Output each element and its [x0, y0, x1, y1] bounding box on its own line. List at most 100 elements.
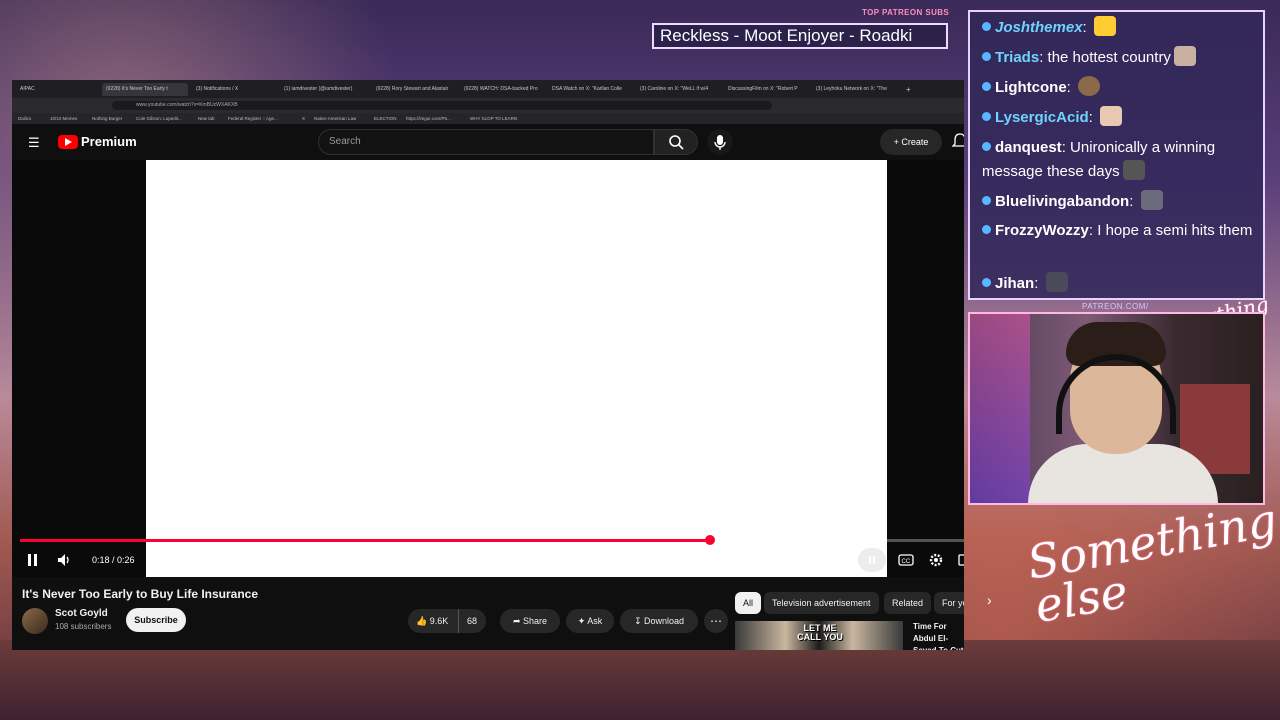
chip-television-advertisement[interactable]: Television advertisement [764, 592, 879, 614]
autoplay-pause-icon [869, 556, 875, 564]
browser-tab[interactable]: AIPAC [16, 83, 100, 96]
browser-tab[interactable]: (9228) Rory Stewart and Alastair [372, 83, 458, 96]
youtube-brand[interactable]: Premium [81, 134, 137, 149]
browser-tab[interactable]: (1) iamdivester (@iamdivester) [280, 83, 370, 96]
channel-name[interactable]: Scot Goyld [55, 608, 108, 619]
progress-bar-fill [20, 539, 710, 542]
address-bar-row: www.youtube.com/watch?v=KmBUzWXAKXB [12, 98, 964, 113]
chips-next-chevron-icon[interactable]: › [987, 592, 992, 608]
search-icon [669, 135, 684, 150]
browser-tab[interactable]: (3) Notifications / X [192, 83, 276, 96]
chip-for-you[interactable]: For you [934, 592, 964, 614]
chat-text: I hope a semi hits them [1097, 222, 1253, 239]
chat-message: Joshthemex: [982, 16, 1262, 40]
volume-icon[interactable] [56, 552, 72, 568]
browser-tab[interactable]: (9228) WATCH: DSA-backed Pro [460, 83, 546, 96]
settings-gear-icon[interactable] [928, 552, 944, 568]
thumbs-up-icon: 👍 [416, 616, 428, 626]
voice-search-button[interactable] [707, 129, 733, 155]
new-tab-icon[interactable]: + [902, 83, 916, 96]
like-count: 9.6K [429, 616, 449, 626]
browser-tab-active[interactable]: (9228) It's Never Too Early t [102, 83, 188, 96]
bookmark-item[interactable]: https://imgur.com/P5... [406, 114, 451, 123]
video-frame[interactable] [146, 160, 887, 577]
emote-icon [1100, 106, 1122, 126]
chat-username: Triads [995, 49, 1040, 66]
dislike-button[interactable]: 68 [458, 609, 477, 633]
share-button[interactable]: ➦ Share [500, 609, 560, 633]
chat-username: LysergicAcid [995, 109, 1089, 126]
miniplayer-icon[interactable] [958, 552, 964, 568]
bookmark-item[interactable]: Federal Register :: Age... [228, 114, 278, 123]
patreon-url-label: PATREON.COM/ [1082, 302, 1149, 311]
chat-username: Bluelivingabandon [995, 193, 1130, 210]
microphone-icon [714, 135, 726, 150]
bookmark-item[interactable]: Native American Law [314, 114, 356, 123]
webcam-feed [968, 312, 1265, 505]
led-glow [970, 314, 1030, 503]
chat-message: FrozzyWozzy: I hope a semi hits them [982, 219, 1262, 243]
download-label: Download [644, 616, 685, 626]
chat-badge-icon [982, 196, 991, 205]
video-title: It's Never Too Early to Buy Life Insuran… [22, 587, 259, 601]
recommended-thumbnail[interactable]: LET ME CALL YOU [735, 621, 903, 650]
pause-icon[interactable] [26, 553, 40, 567]
video-player[interactable]: 0:18 / 0:26 CC [12, 160, 964, 577]
dislike-count: 68 [467, 616, 478, 626]
like-button[interactable]: 👍 9.6K [416, 609, 448, 633]
address-bar[interactable]: www.youtube.com/watch?v=KmBUzWXAKXB [112, 101, 772, 110]
emote-icon [1093, 16, 1116, 36]
bookmark-item[interactable]: 10/10 Memes [50, 114, 77, 123]
more-actions-icon[interactable]: ⋯ [704, 609, 728, 633]
menu-icon[interactable]: ☰ [28, 136, 42, 150]
chat-username: danquest [995, 139, 1062, 156]
search-button[interactable] [654, 129, 698, 155]
browser-tab[interactable]: (3) Leyhoku Network on X: "The [812, 83, 898, 96]
browser-tab[interactable]: DiscussingFilm on X: "Robert P [724, 83, 808, 96]
progress-scrubber[interactable] [704, 535, 715, 545]
chip-related[interactable]: Related [884, 592, 932, 614]
subscribe-button[interactable]: Subscribe [126, 608, 186, 632]
bookmark-item[interactable]: Cole Gibson: Lupedit... [136, 114, 182, 123]
chat-box: Joshthemex: Triads: the hottest country … [968, 10, 1265, 300]
browser-window: AIPAC (9228) It's Never Too Early t (3) … [12, 80, 964, 650]
chat-username: Jihan [995, 275, 1035, 292]
chat-message: danquest: Unironically a winning message… [982, 139, 1216, 180]
ask-button[interactable]: ✦ Ask [566, 609, 614, 633]
bookmark-item[interactable]: New tab [198, 114, 215, 123]
search-input[interactable]: Search [318, 129, 654, 155]
subscriber-count: 108 subscribers [55, 622, 112, 631]
recommended-title[interactable]: Time For Abdul El-Sayed To Cut Ties With… [913, 621, 964, 650]
create-button[interactable]: + Create [880, 129, 942, 155]
browser-tab[interactable]: (3) Caroline on X: "WeLL if w/4 [636, 83, 720, 96]
download-button[interactable]: ↧ Download [620, 609, 698, 633]
svg-text:CC: CC [902, 559, 911, 565]
tab-strip: AIPAC (9228) It's Never Too Early t (3) … [12, 80, 964, 98]
chat-badge-icon [982, 52, 991, 61]
chat-badge-icon [982, 22, 991, 31]
youtube-logo-icon[interactable] [58, 135, 78, 149]
channel-avatar[interactable] [22, 608, 48, 634]
chat-username: FrozzyWozzy [995, 222, 1089, 239]
autoplay-toggle[interactable] [858, 548, 886, 572]
chat-badge-icon [982, 278, 991, 287]
browser-tab[interactable]: DSA Watch on X: "Karllan Colle [548, 83, 632, 96]
notifications-bell-icon[interactable] [951, 132, 964, 150]
bookmark-item[interactable]: X [302, 114, 305, 123]
patreon-ticker: Reckless - Moot Enjoyer - Roadki [652, 23, 948, 49]
youtube-page: ☰ Premium Search + Create 0:18 / 0:26 CC [12, 124, 964, 650]
bookmark-item[interactable]: Nothing Burger [92, 114, 122, 123]
chip-all[interactable]: All [735, 592, 762, 614]
captions-icon[interactable]: CC [898, 552, 914, 568]
chat-message: Lightcone: [982, 76, 1262, 100]
bookmark-item[interactable]: WHY SLOP TO LEARN [470, 114, 517, 123]
emote-icon [1140, 190, 1163, 210]
chat-badge-icon [982, 225, 991, 234]
chat-message: LysergicAcid: [982, 106, 1262, 130]
bookmark-item[interactable]: ELECTION [374, 114, 397, 123]
create-label: Create [901, 137, 929, 147]
chat-message: Bluelivingabandon: [982, 190, 1262, 214]
download-icon: ↧ [633, 616, 644, 626]
chat-username: Lightcone [995, 79, 1067, 96]
bookmark-item[interactable]: Dailics [18, 114, 31, 123]
